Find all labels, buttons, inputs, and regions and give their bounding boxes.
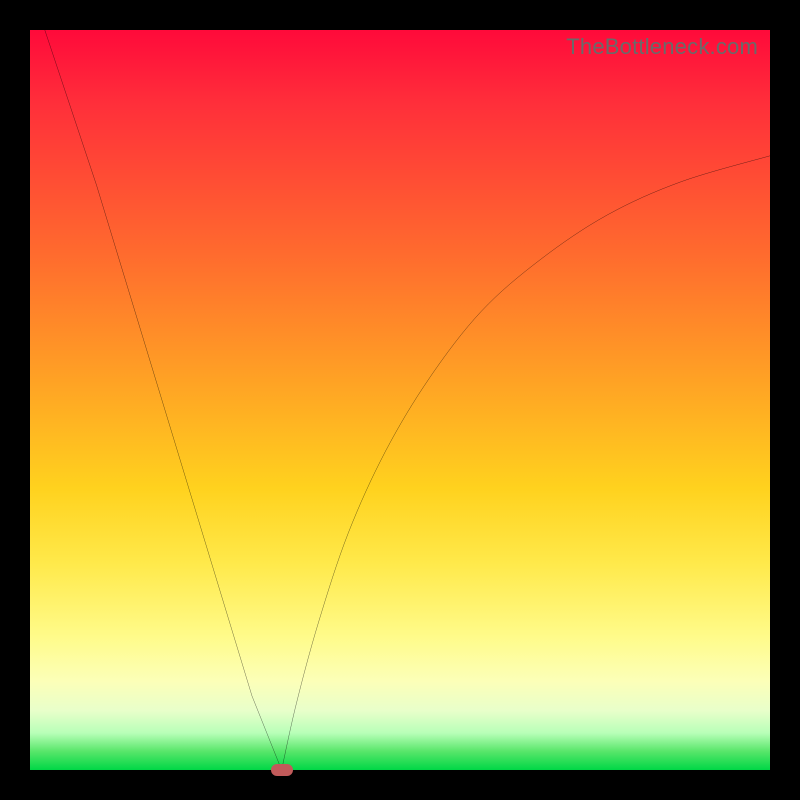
curve-layer: [30, 30, 770, 770]
min-marker: [271, 764, 293, 776]
plot-area: TheBottleneck.com: [30, 30, 770, 770]
left-branch-path: [45, 30, 282, 770]
right-branch-path: [282, 156, 770, 770]
chart-frame: TheBottleneck.com: [0, 0, 800, 800]
